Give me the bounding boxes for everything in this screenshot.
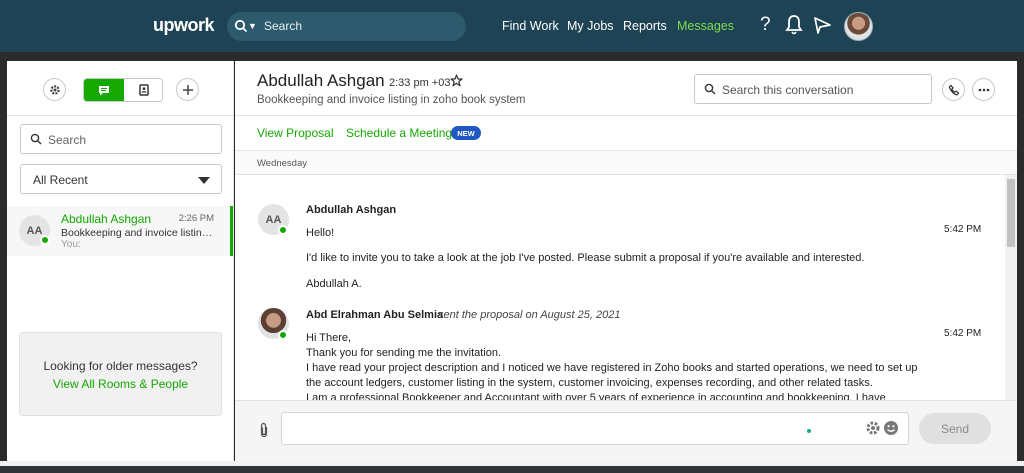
message-time: 5:42 PM [944, 224, 982, 235]
sidebar-divider [7, 115, 233, 116]
new-room-button[interactable] [176, 78, 199, 101]
nav-find-work[interactable]: Find Work [502, 19, 559, 33]
message-line: I have read your project description and… [306, 362, 918, 374]
typing-indicator-dot [807, 429, 811, 433]
call-button[interactable] [942, 78, 965, 101]
search-icon [234, 19, 248, 33]
messages-view-button[interactable] [84, 79, 124, 101]
message-line: I'd like to invite you to take a look at… [306, 252, 865, 264]
help-icon[interactable]: ? [760, 14, 771, 36]
online-status-dot [40, 235, 50, 245]
message-line: the account ledgers, customer listing in… [306, 377, 873, 389]
message-scrollbar[interactable] [1005, 175, 1017, 400]
conversation-search-placeholder: Search this conversation [722, 83, 854, 97]
contact-local-time: 2:33 pm +03 [389, 77, 451, 89]
header-divider [235, 115, 1017, 116]
room-snippet: Bookkeeping and invoice listing i... [61, 227, 213, 239]
message-line: Hi There, [306, 332, 352, 344]
upwork-logo[interactable]: upwork [153, 15, 215, 36]
chevron-down-icon [198, 177, 210, 184]
nav-reports[interactable]: Reports [623, 19, 667, 33]
scrollbar-thumb[interactable] [1007, 179, 1015, 247]
rooms-sidebar: Search All Recent AA Abdullah Ashgan 2:2… [7, 61, 234, 461]
search-icon [704, 83, 716, 95]
send-button[interactable]: Send [919, 413, 991, 444]
more-dots-icon [978, 88, 989, 91]
room-subtitle: Bookkeeping and invoice listing in zoho … [257, 94, 526, 106]
message-line: Abdullah A. [306, 278, 362, 290]
taskbar-strip [0, 466, 1024, 473]
message-input[interactable] [281, 412, 909, 445]
search-icon [30, 133, 42, 145]
room-search-placeholder: Search [48, 133, 87, 147]
conversation-search-input[interactable]: Search this conversation [694, 74, 932, 104]
active-room-indicator [230, 206, 233, 256]
new-badge: NEW [451, 126, 481, 140]
plus-icon [182, 84, 193, 95]
room-last-sender: You: [61, 239, 81, 250]
user-avatar[interactable] [844, 12, 873, 41]
search-type-dropdown-icon[interactable]: ▼ [248, 21, 257, 31]
message-line: I am a professional Bookkeeper and Accou… [306, 392, 886, 400]
global-search[interactable]: ▼ Search [227, 12, 466, 41]
room-filter-value: All Recent [33, 173, 88, 187]
room-search-input[interactable]: Search [20, 124, 222, 154]
day-separator: Wednesday [235, 150, 1017, 175]
view-proposal-link[interactable]: View Proposal [257, 126, 334, 140]
message-line: Hello! [306, 227, 335, 239]
phone-icon [948, 84, 959, 95]
view-all-rooms-link[interactable]: View All Rooms & People [20, 377, 221, 391]
room-title: Abdullah Ashgan [257, 71, 385, 90]
room-timestamp: 2:26 PM [178, 213, 214, 224]
top-navigation-bar: upwork ▼ Search Find Work My Jobs Report… [0, 0, 1024, 52]
older-messages-prompt: Looking for older messages? [43, 359, 198, 373]
bell-icon[interactable] [785, 14, 803, 36]
schedule-meeting-link[interactable]: Schedule a Meeting [346, 126, 452, 140]
more-options-button[interactable] [972, 78, 995, 101]
contacts-view-button[interactable] [124, 79, 162, 101]
older-messages-box: Looking for older messages? View All Roo… [19, 332, 222, 416]
proposal-sent-meta: sent the proposal on August 25, 2021 [438, 309, 621, 321]
day-label: Wednesday [257, 158, 307, 169]
chat-bubble-icon [99, 85, 109, 95]
window-bottom-edge [0, 461, 1024, 473]
online-status-dot [278, 330, 288, 340]
message-author: Abd Elrahman Abu Selmia [306, 309, 444, 321]
message-author: Abdullah Ashgan [306, 204, 397, 216]
settings-button[interactable] [43, 78, 66, 101]
gear-icon[interactable] [865, 420, 881, 436]
room-contact-name: Abdullah Ashgan [61, 212, 152, 226]
gear-icon [49, 84, 60, 95]
global-search-placeholder: Search [264, 19, 303, 33]
paperclip-icon[interactable] [258, 422, 270, 438]
conversation-panel: Abdullah Ashgan 2:33 pm +03 Bookkeeping … [235, 61, 1017, 461]
room-filter-select[interactable]: All Recent [20, 164, 222, 194]
online-status-dot [278, 225, 288, 235]
nav-my-jobs[interactable]: My Jobs [567, 19, 614, 33]
contacts-book-icon [138, 84, 149, 96]
send-plane-icon[interactable] [813, 16, 832, 35]
view-toggle [83, 78, 163, 102]
message-time: 5:42 PM [944, 328, 982, 339]
emoji-icon[interactable] [883, 420, 899, 436]
room-list-item[interactable]: AA Abdullah Ashgan 2:26 PM Bookkeeping a… [7, 206, 233, 256]
nav-messages[interactable]: Messages [677, 19, 734, 33]
message-composer: Send [235, 400, 1017, 461]
message-line: Thank you for sending me the invitation. [306, 347, 502, 359]
message-list: AA Abdullah Ashgan Hello! 5:42 PM I'd li… [235, 175, 1005, 400]
star-icon[interactable] [450, 74, 463, 87]
